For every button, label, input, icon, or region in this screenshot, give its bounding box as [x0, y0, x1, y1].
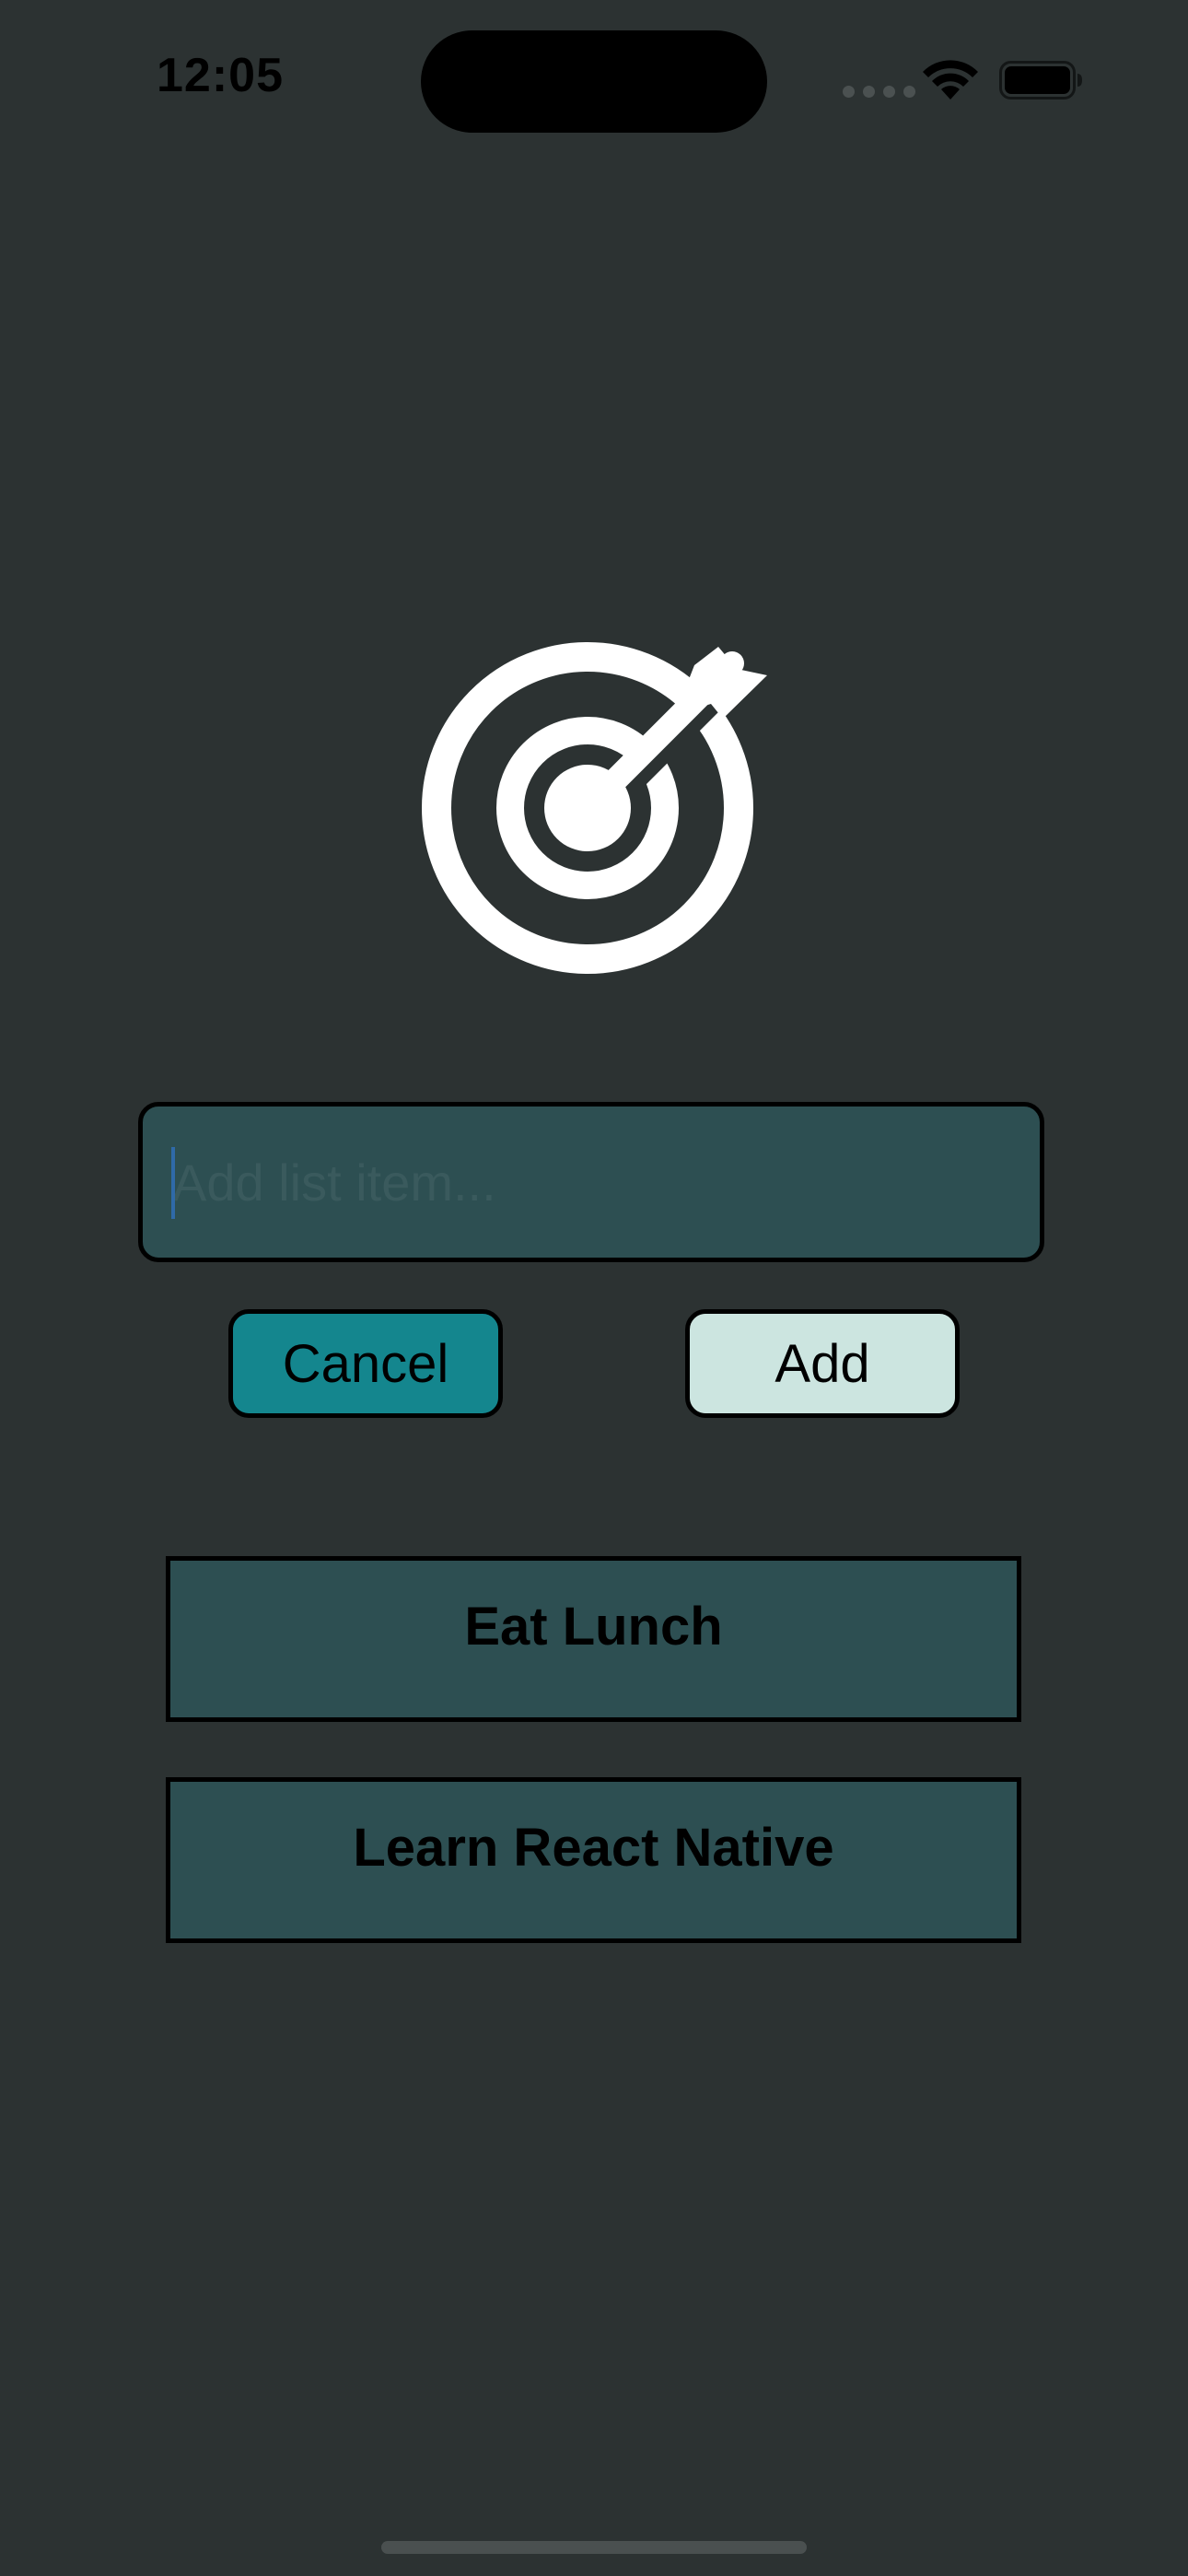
- goal-item-text: Learn React Native: [353, 1818, 834, 1878]
- goal-list: Eat Lunch Learn React Native: [166, 1556, 1021, 1998]
- goal-input[interactable]: [138, 1102, 1044, 1262]
- target-arrow-icon: [422, 642, 767, 974]
- cancel-button[interactable]: Cancel: [228, 1309, 503, 1418]
- home-indicator[interactable]: [381, 2541, 807, 2554]
- dynamic-island: [421, 30, 767, 133]
- goal-item[interactable]: Learn React Native: [166, 1777, 1021, 1943]
- add-button[interactable]: Add: [685, 1309, 960, 1418]
- wifi-icon: [923, 60, 978, 100]
- goal-item[interactable]: Eat Lunch: [166, 1556, 1021, 1722]
- cellular-signal-icon: [843, 86, 915, 98]
- goal-item-text: Eat Lunch: [464, 1597, 723, 1657]
- battery-icon: [999, 61, 1082, 100]
- text-cursor: [171, 1147, 175, 1219]
- status-time: 12:05: [157, 49, 284, 102]
